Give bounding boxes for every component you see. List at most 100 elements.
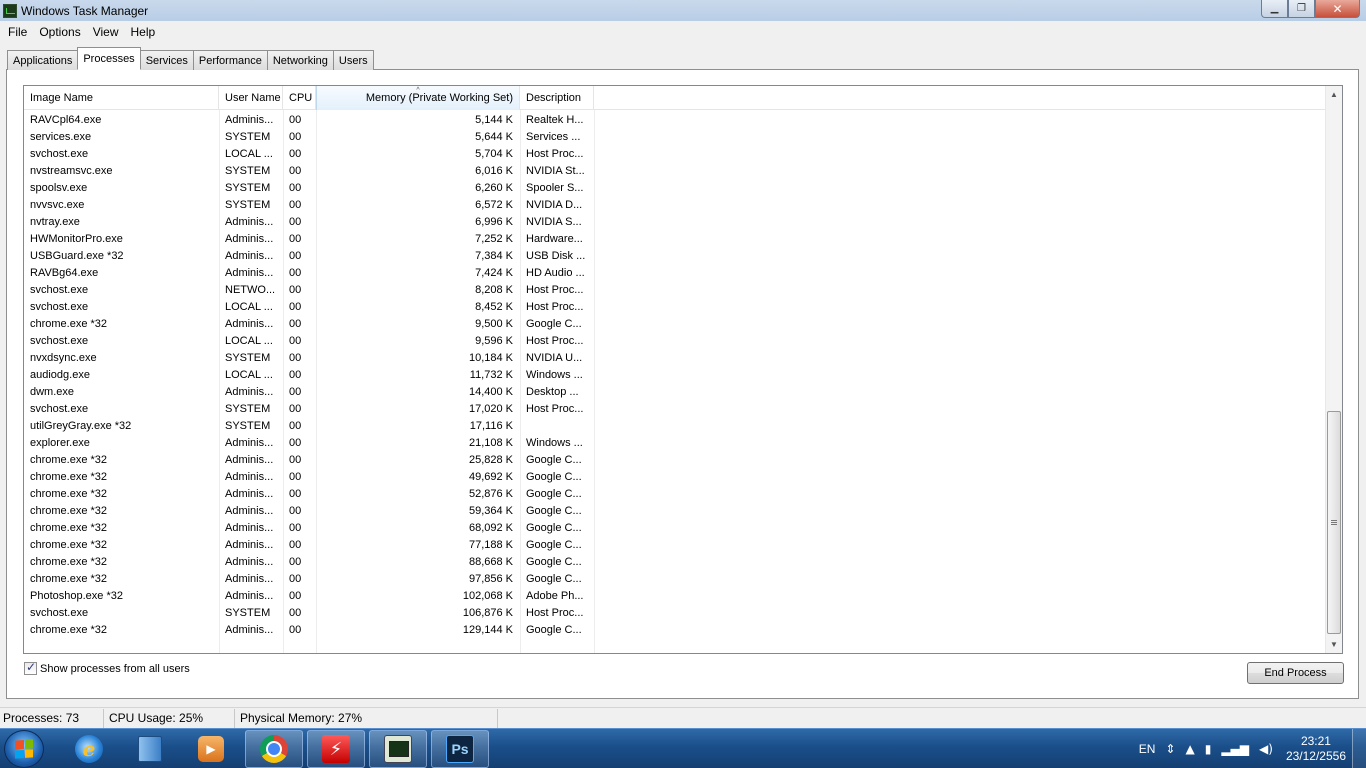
table-row[interactable]: chrome.exe *32 Adminis... 00 52,876 K Google… [24,485,1327,502]
table-row[interactable]: nvstreamsvc.exe SYSTEM 00 6,016 K NVIDIA St.… [24,162,1327,179]
menu-view[interactable]: View [87,25,125,39]
cell-user-name: SYSTEM [225,130,271,143]
table-row[interactable]: svchost.exe NETWO... 00 8,208 K Host Proc... [24,281,1327,298]
table-row[interactable]: RAVBg64.exe Adminis... 00 7,424 K HD Audio .… [24,264,1327,281]
cell-cpu: 00 [289,232,302,245]
close-button[interactable]: ✕ [1315,0,1360,18]
scrollbar-thumb[interactable] [1327,411,1341,634]
table-row[interactable]: HWMonitorPro.exe Adminis... 00 7,252 K Hardw… [24,230,1327,247]
tab-applications[interactable]: Applications [7,50,79,70]
clock[interactable]: 23:21 23/12/2556 [1286,734,1346,764]
window-controls: ▁ ❐ ✕ [1261,0,1360,18]
minimize-button[interactable]: ▁ [1261,0,1288,18]
cell-image-name: RAVBg64.exe [30,266,99,279]
table-row[interactable]: USBGuard.exe *32 Adminis... 00 7,384 K USB D… [24,247,1327,264]
end-process-button[interactable]: End Process [1247,662,1344,684]
cell-user-name: LOCAL ... [225,300,273,313]
show-desktop-button[interactable] [1352,729,1366,768]
table-row[interactable]: svchost.exe SYSTEM 00 17,020 K Host Proc... [24,400,1327,417]
table-row[interactable]: services.exe SYSTEM 00 5,644 K Services ... [24,128,1327,145]
table-row[interactable]: svchost.exe LOCAL ... 00 5,704 K Host Proc..… [24,145,1327,162]
cell-memory: 17,020 K [468,402,513,415]
cell-image-name: chrome.exe *32 [30,317,108,330]
internet-explorer-icon: e [75,735,103,763]
table-row[interactable]: chrome.exe *32 Adminis... 00 88,668 K Google… [24,553,1327,570]
table-row[interactable]: RAVCpl64.exe Adminis... 00 5,144 K Realtek H… [24,111,1327,128]
taskbar-media-player[interactable]: ▶ [182,730,240,768]
table-row[interactable]: chrome.exe *32 Adminis... 00 77,188 K Google… [24,536,1327,553]
menu-help[interactable]: Help [125,25,162,39]
start-button[interactable] [4,730,44,768]
table-row[interactable]: chrome.exe *32 Adminis... 00 129,144 K Googl… [24,621,1327,638]
tab-networking[interactable]: Networking [266,50,334,70]
cell-user-name: SYSTEM [225,164,271,177]
cell-cpu: 00 [289,351,302,364]
cell-image-name: svchost.exe [30,283,89,296]
cell-description: Google C... [526,555,582,568]
title-bar: Windows Task Manager ▁ ❐ ✕ [0,0,1366,21]
table-row[interactable]: svchost.exe LOCAL ... 00 9,596 K Host Proc..… [24,332,1327,349]
column-image-name[interactable]: Image Name [24,86,219,110]
taskbar-ie[interactable]: e [60,730,118,768]
table-row[interactable]: chrome.exe *32 Adminis... 00 59,364 K Google… [24,502,1327,519]
table-row[interactable]: audiodg.exe LOCAL ... 00 11,732 K Windows ..… [24,366,1327,383]
menu-options[interactable]: Options [33,25,86,39]
cell-cpu: 00 [289,572,302,585]
table-row[interactable]: chrome.exe *32 Adminis... 00 68,092 K Google… [24,519,1327,536]
tab-processes[interactable]: Processes [77,47,141,70]
language-switch-icon[interactable]: ⇕ [1165,742,1175,756]
taskbar-photoshop[interactable]: Ps [431,730,489,768]
tab-performance[interactable]: Performance [192,50,268,70]
network-adapter-icon[interactable]: ▮ [1205,742,1212,756]
process-list[interactable]: Image Name User Name CPU ^ Memory (Priva… [23,85,1343,654]
cell-cpu: 00 [289,147,302,160]
scroll-up-arrow-icon[interactable]: ▲ [1326,86,1342,103]
taskbar-chrome[interactable] [245,730,303,768]
vertical-scrollbar[interactable]: ▲ ▼ [1325,86,1342,653]
menu-file[interactable]: File [2,25,33,39]
table-row[interactable]: spoolsv.exe SYSTEM 00 6,260 K Spooler S... [24,179,1327,196]
show-all-users-checkbox[interactable] [24,660,37,675]
table-row[interactable]: chrome.exe *32 Adminis... 00 97,856 K Google… [24,570,1327,587]
table-row[interactable]: utilGreyGray.exe *32 SYSTEM 00 17,116 K [24,417,1327,434]
cell-description: Google C... [526,470,582,483]
table-row[interactable]: chrome.exe *32 Adminis... 00 25,828 K Google… [24,451,1327,468]
table-row[interactable]: nvtray.exe Adminis... 00 6,996 K NVIDIA S... [24,213,1327,230]
table-row[interactable]: nvvsvc.exe SYSTEM 00 6,572 K NVIDIA D... [24,196,1327,213]
tab-services[interactable]: Services [139,50,194,70]
table-row[interactable]: Photoshop.exe *32 Adminis... 00 102,068 K Ad… [24,587,1327,604]
column-cpu[interactable]: CPU [283,86,316,110]
cell-image-name: dwm.exe [30,385,75,398]
language-indicator[interactable]: EN [1139,742,1156,756]
table-row[interactable]: chrome.exe *32 Adminis... 00 49,692 K Google… [24,468,1327,485]
table-row[interactable]: dwm.exe Adminis... 00 14,400 K Desktop ... [24,383,1327,400]
scroll-down-arrow-icon[interactable]: ▼ [1326,636,1342,653]
table-row[interactable]: nvxdsync.exe SYSTEM 00 10,184 K NVIDIA U... [24,349,1327,366]
table-row[interactable]: chrome.exe *32 Adminis... 00 9,500 K Google … [24,315,1327,332]
column-description[interactable]: Description [520,86,594,110]
show-all-users-option[interactable]: Show processes from all users [24,660,190,675]
signal-icon[interactable]: ▂▄▆ [1221,742,1249,756]
cell-cpu: 00 [289,589,302,602]
table-row[interactable]: svchost.exe SYSTEM 00 106,876 K Host Proc... [24,604,1327,621]
cell-description: NVIDIA D... [526,198,583,211]
table-row[interactable]: svchost.exe LOCAL ... 00 8,452 K Host Proc..… [24,298,1327,315]
taskbar-flash-tool[interactable]: ⚡ [307,730,365,768]
windows-logo-icon [15,739,33,759]
column-user-name[interactable]: User Name [219,86,283,110]
volume-icon[interactable]: ◀) [1259,742,1273,756]
taskbar-libraries[interactable] [121,730,179,768]
tab-users[interactable]: Users [332,50,374,70]
cell-memory: 102,068 K [462,589,513,602]
restore-button[interactable]: ❐ [1288,0,1315,18]
cell-description: Google C... [526,521,582,534]
tab-strip: Applications Processes Services Performa… [7,47,374,70]
table-row[interactable]: explorer.exe Adminis... 00 21,108 K Windows … [24,434,1327,451]
taskbar-task-manager[interactable] [369,730,427,768]
show-hidden-icons-icon[interactable]: ▲ [1185,742,1194,756]
cell-cpu: 00 [289,453,302,466]
column-memory[interactable]: ^ Memory (Private Working Set) [316,86,520,110]
cell-description: Windows ... [526,368,583,381]
cell-user-name: Adminis... [225,572,274,585]
cell-memory: 97,856 K [468,572,513,585]
